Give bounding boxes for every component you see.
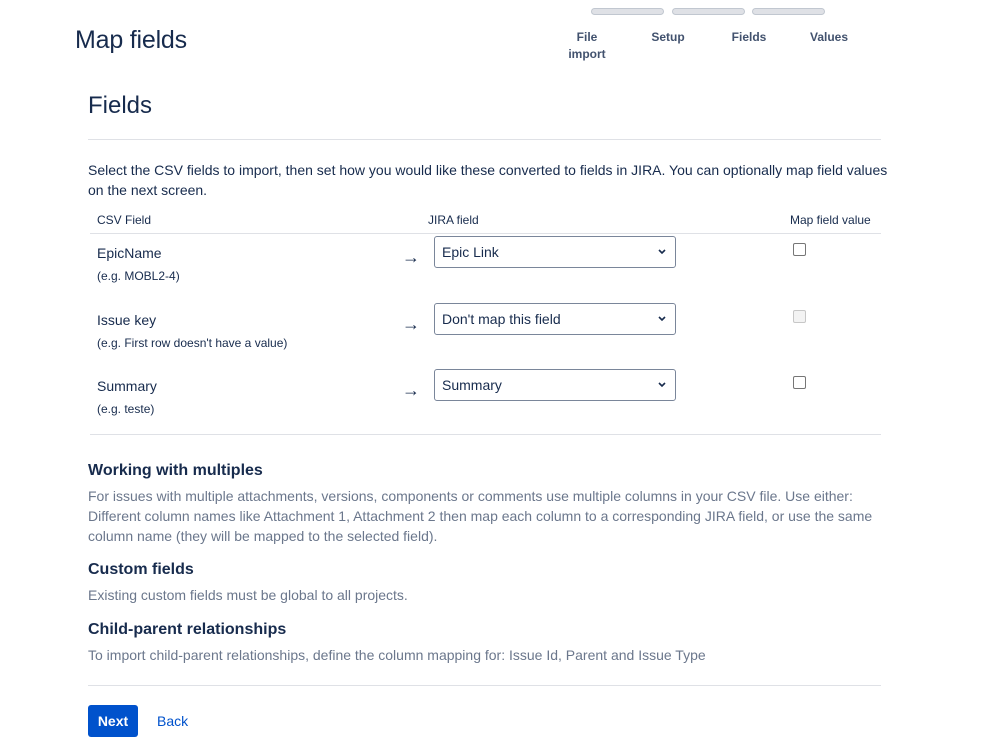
back-link[interactable]: Back — [157, 713, 188, 729]
table-bottom-divider — [90, 434, 881, 435]
map-value-checkbox[interactable] — [793, 243, 806, 256]
jira-field-select[interactable]: Summary — [434, 369, 676, 401]
table-header-divider — [90, 233, 881, 234]
tracker-step-setup: Setup — [651, 30, 685, 44]
footer-divider — [88, 685, 881, 686]
tracker-step-file-import: File import — [568, 30, 606, 61]
arrow-right-icon: → — [402, 247, 420, 267]
jira-field-select[interactable]: Don't map this field — [434, 303, 676, 335]
arrow-right-icon: → — [402, 380, 420, 400]
help-text-custom-fields: Existing custom fields must be global to… — [88, 587, 408, 603]
tracker-segment — [752, 8, 825, 15]
csv-field-example: (e.g. First row doesn't have a value) — [97, 336, 288, 350]
select-value: Summary — [442, 377, 502, 393]
select-value: Epic Link — [442, 244, 499, 260]
map-value-checkbox — [793, 310, 806, 323]
chevron-down-icon — [658, 316, 666, 322]
tracker-segment — [672, 8, 745, 15]
intro-text: Select the CSV fields to import, then se… — [88, 162, 888, 198]
arrow-right-icon: → — [402, 314, 420, 334]
tracker-segment — [591, 8, 664, 15]
tracker-step-fields: Fields — [731, 30, 767, 44]
column-header-csv-field: CSV Field — [97, 213, 152, 227]
csv-field-name: EpicName — [97, 245, 162, 261]
page-title: Map fields — [75, 26, 187, 54]
help-text-child-parent: To import child-parent relationships, de… — [88, 647, 706, 663]
csv-field-name: Summary — [97, 378, 157, 394]
csv-field-name: Issue key — [97, 312, 157, 328]
help-text-multiples: For issues with multiple attachments, ve… — [88, 488, 873, 544]
column-header-jira-field: JIRA field — [428, 213, 479, 227]
table-row: EpicName (e.g. MOBL2-4) → Epic Link — [90, 236, 880, 311]
chevron-down-icon — [658, 382, 666, 388]
section-title: Fields — [88, 92, 153, 119]
column-header-map-field-value: Map field value — [790, 213, 871, 227]
select-value: Don't map this field — [442, 311, 561, 327]
chevron-down-icon — [658, 249, 666, 255]
help-title-child-parent: Child-parent relationships — [88, 621, 287, 638]
csv-field-example: (e.g. teste) — [97, 402, 155, 416]
help-title-custom-fields: Custom fields — [88, 561, 194, 578]
jira-field-select[interactable]: Epic Link — [434, 236, 676, 268]
next-button[interactable]: Next — [88, 705, 138, 737]
divider — [88, 139, 881, 140]
tracker-step-values: Values — [809, 30, 849, 44]
map-value-checkbox[interactable] — [793, 376, 806, 389]
progress-tracker: File import Setup Fields Values — [552, 5, 874, 65]
help-title-multiples: Working with multiples — [88, 462, 263, 479]
csv-field-example: (e.g. MOBL2-4) — [97, 269, 180, 283]
